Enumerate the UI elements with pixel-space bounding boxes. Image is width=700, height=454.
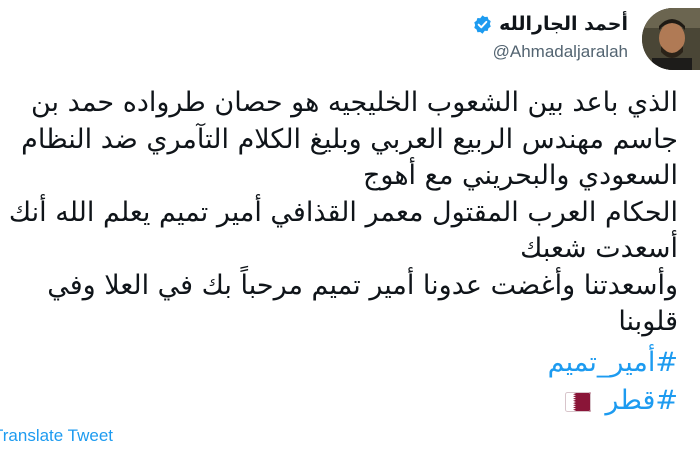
translate-tweet-link[interactable]: Translate Tweet: [0, 426, 130, 446]
tweet-line: الذي باعد بين الشعوب الخليجيه هو حصان طر…: [31, 87, 678, 118]
tweet-header: أحمد الجارالله @Ahmadaljaralah: [180, 8, 700, 74]
hashtag-link[interactable]: #أمير_تميم: [548, 344, 678, 382]
tweet-text: الذي باعد بين الشعوب الخليجيه هو حصان طر…: [8, 85, 678, 341]
hashtag-row: #قطر: [548, 382, 678, 420]
tweet-line: جاسم مهندس الربيع العربي وبليغ الكلام ال…: [21, 123, 678, 155]
tweet-line: السعودي والبحريني مع أهوج: [362, 160, 678, 191]
translate-tweet-label: Translate Tweet: [0, 426, 114, 445]
tweet-line: الحكام العرب المقتول معمر القذافي أمير ت…: [8, 196, 678, 228]
tweet-line: وأسعدتنا وأغضت عدونا أمير تميم مرحباً بك…: [47, 269, 678, 301]
tweet-line: أسعدت شعبك: [520, 233, 678, 264]
avatar-image: [642, 8, 700, 70]
author-handle[interactable]: @Ahmadaljaralah: [472, 42, 628, 62]
display-name-row[interactable]: أحمد الجارالله: [472, 12, 628, 36]
avatar[interactable]: [642, 8, 700, 70]
tweet-card: أحمد الجارالله @Ahmadaljaralah الذي باعد…: [0, 0, 700, 454]
hashtag-list: #أمير_تميم #قطر: [548, 344, 678, 420]
hashtag-link[interactable]: #قطر: [605, 385, 678, 416]
verified-badge-icon: [474, 14, 491, 34]
display-name[interactable]: أحمد الجارالله: [499, 12, 628, 36]
qatar-flag-icon: [564, 391, 591, 412]
author-info: أحمد الجارالله @Ahmadaljaralah: [472, 12, 628, 62]
tweet-line: قلوبنا: [618, 306, 678, 337]
